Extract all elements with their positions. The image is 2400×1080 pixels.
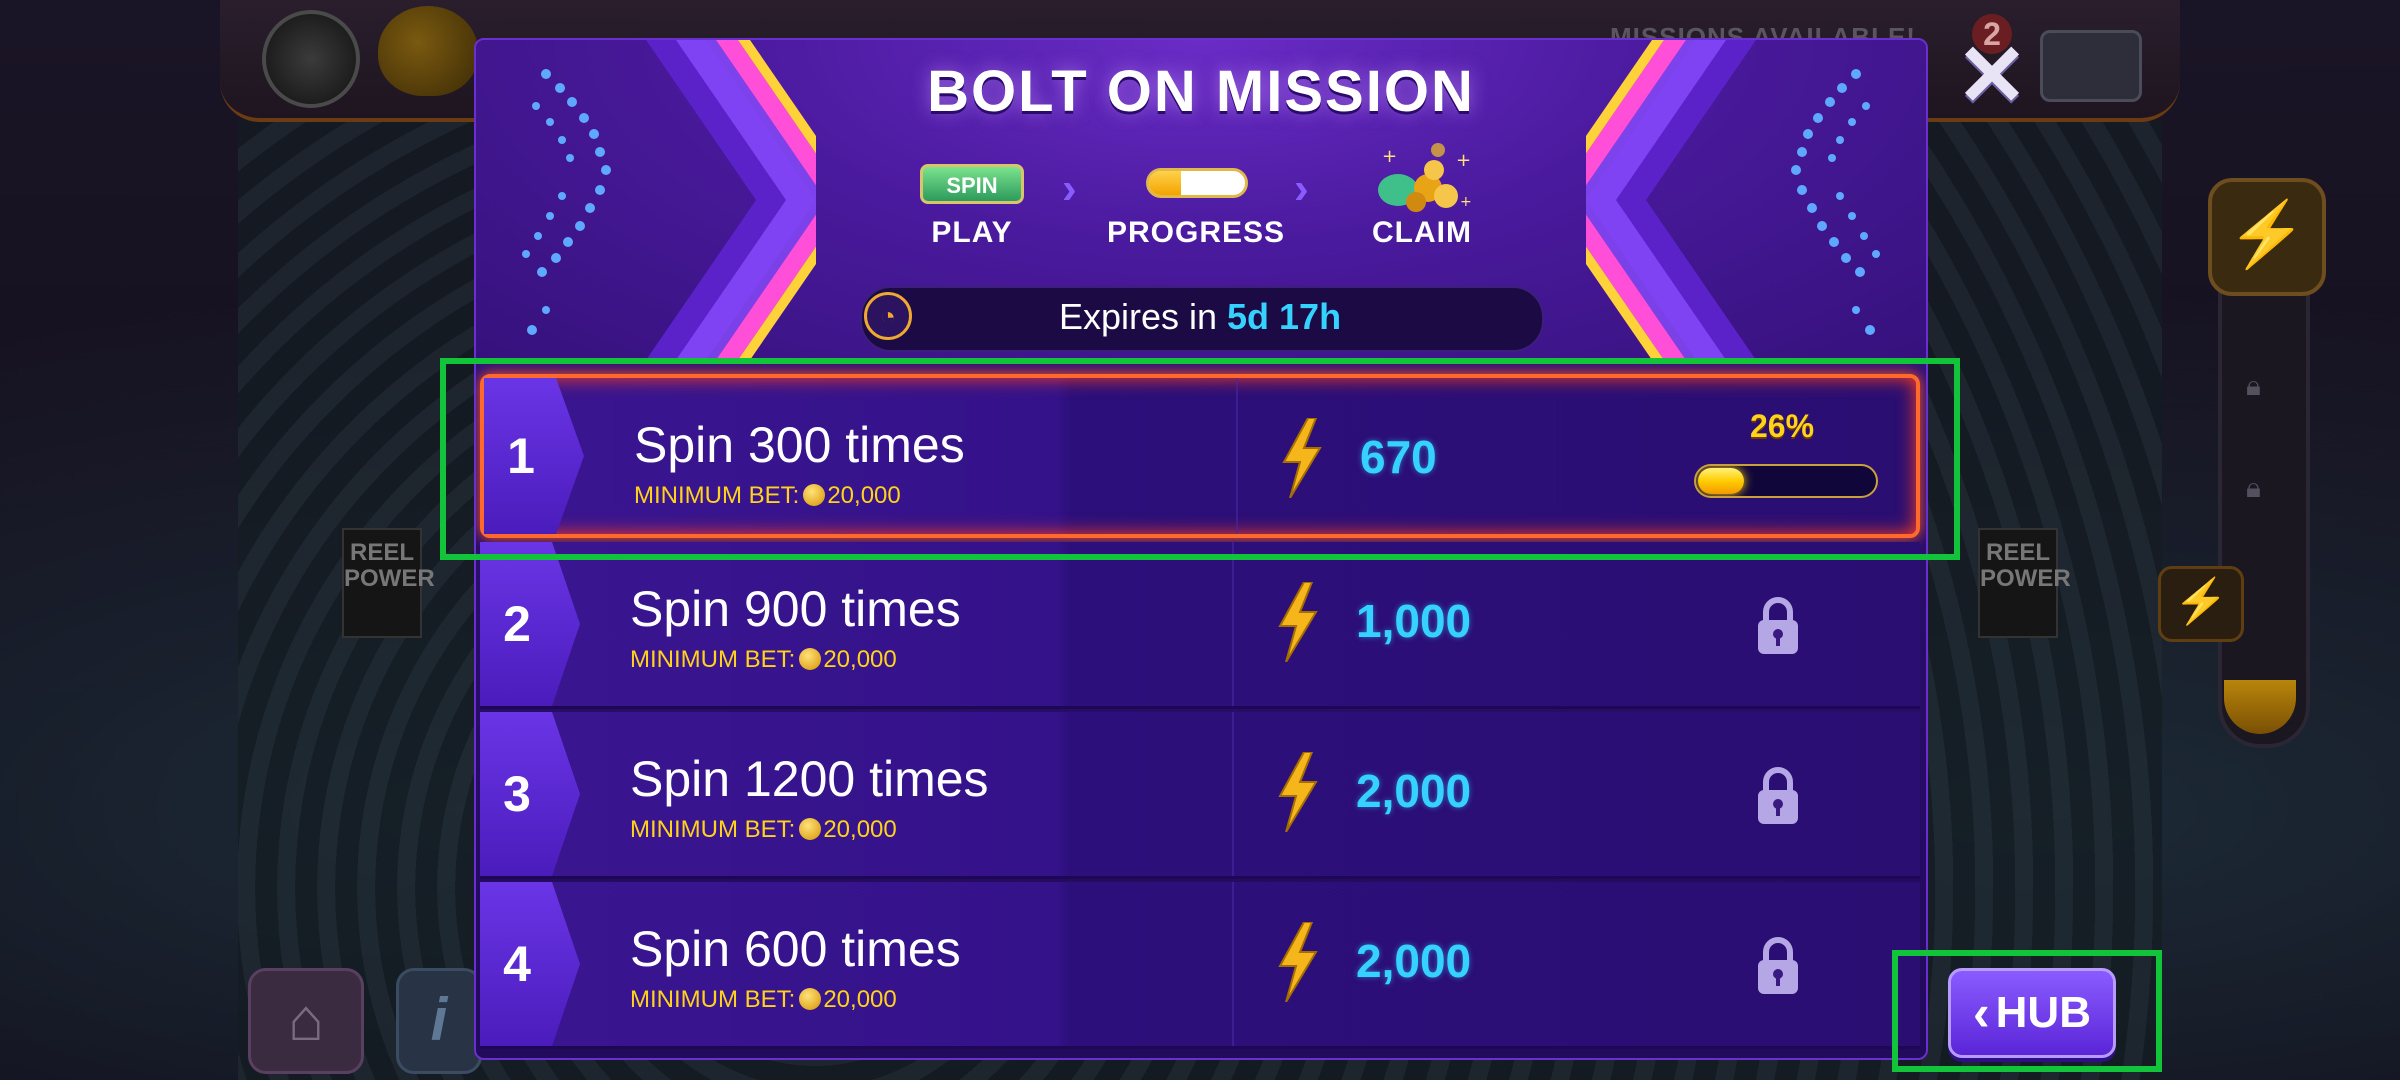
- reel-power-label-left: REEL POWER: [342, 528, 435, 638]
- min-bet-label: MINIMUM BET:: [630, 816, 796, 843]
- hub-button[interactable]: ‹ HUB: [1948, 968, 2116, 1058]
- step-label-progress: PROGRESS: [1106, 216, 1286, 249]
- step-label-play: PLAY: [931, 216, 1013, 249]
- spin-step-icon: SPIN: [920, 164, 1024, 204]
- min-bet-label: MINIMUM BET:: [634, 482, 800, 509]
- close-icon: ✕: [1955, 28, 2029, 124]
- mission-row-4[interactable]: 4 Spin 600 times MINIMUM BET: 20,000 2,00…: [480, 882, 1920, 1049]
- mission-number: 4: [503, 936, 531, 992]
- min-bet-value: 20,000: [823, 986, 897, 1013]
- dialog-header: BOLT ON MISSION SPIN PLAY › PROGRESS › +…: [476, 40, 1926, 360]
- lock-icon: [1758, 597, 1798, 654]
- lightning-bolt-icon: [1278, 582, 1318, 662]
- coin-icon: [799, 648, 822, 670]
- mission-number: 1: [507, 428, 535, 484]
- mission-progress-bar: [1694, 464, 1878, 498]
- lock-icon: [1758, 767, 1798, 824]
- avatar: [262, 10, 360, 108]
- mission-title: Spin 1200 times: [630, 751, 989, 807]
- mission-title: Spin 900 times: [630, 581, 961, 637]
- row-divider: [1232, 712, 1234, 876]
- chevron-left-icon: ‹: [1973, 985, 1990, 1041]
- coin-icon: [799, 988, 822, 1010]
- mission-title: Spin 300 times: [634, 417, 965, 473]
- lock-icon: [1758, 937, 1798, 994]
- dialog-title: BOLT ON MISSION: [927, 59, 1475, 124]
- row-divider: [1236, 378, 1238, 534]
- progress-step-fill: [1149, 171, 1181, 195]
- mail-icon: [2040, 30, 2142, 102]
- expires-value: 5d 17h: [1227, 296, 1342, 337]
- lock-icon: 🔒︎: [2246, 370, 2261, 401]
- bolt-icon: ⚡: [2158, 566, 2244, 642]
- lock-icon: 🔒︎: [2246, 472, 2261, 503]
- mission-min-bet: MINIMUM BET: 20,000: [630, 986, 897, 1014]
- bolt-on-mission-dialog: BOLT ON MISSION SPIN PLAY › PROGRESS › +…: [474, 38, 1928, 1060]
- row-divider: [1232, 882, 1234, 1046]
- coin-icon: [803, 484, 826, 506]
- mission-title: Spin 600 times: [630, 921, 961, 977]
- bolt-icon: ⚡: [2208, 178, 2326, 296]
- mission-reward: 2,000: [1356, 935, 1472, 987]
- expires-text: Expires in 5d 17h: [860, 296, 1540, 338]
- progress-step-icon: [1146, 168, 1248, 198]
- info-icon: i: [396, 968, 482, 1074]
- mission-row-1[interactable]: 1 Spin 300 times MINIMUM BET: 20,000 670 …: [480, 374, 1920, 538]
- min-bet-label: MINIMUM BET:: [630, 646, 796, 673]
- hub-label: HUB: [1995, 988, 2091, 1037]
- row-divider: [1232, 542, 1234, 706]
- reel-power-label-right: REEL POWER: [1978, 528, 2071, 638]
- mission-min-bet: MINIMUM BET: 20,000: [634, 482, 901, 510]
- svg-text:+: +: [1456, 150, 1471, 171]
- min-bet-label: MINIMUM BET:: [630, 986, 796, 1013]
- lightning-bolt-icon: [1278, 922, 1318, 1002]
- chevron-right-icon: ›: [1294, 164, 1309, 213]
- piggy-bank-icon: [378, 6, 478, 96]
- mission-progress-fill: [1698, 468, 1744, 494]
- mission-progress-percent: 26%: [1750, 408, 1815, 444]
- svg-text:+: +: [1460, 194, 1472, 210]
- min-bet-value: 20,000: [823, 816, 897, 843]
- svg-text:+: +: [1382, 146, 1397, 167]
- mission-min-bet: MINIMUM BET: 20,000: [630, 816, 897, 844]
- expires-prefix: Expires in: [1058, 296, 1217, 337]
- min-bet-value: 20,000: [827, 482, 901, 509]
- lightning-bolt-icon: [1278, 752, 1318, 832]
- mission-row-3[interactable]: 3 Spin 1200 times MINIMUM BET: 20,000 2,0…: [480, 712, 1920, 879]
- mission-reward: 2,000: [1356, 765, 1472, 817]
- coins-reward-icon: + + +: [1378, 143, 1472, 212]
- home-icon: ⌂: [248, 968, 364, 1074]
- mission-reward: 670: [1360, 431, 1437, 483]
- lightning-bolt-icon: [1282, 418, 1322, 498]
- mission-number: 3: [503, 766, 531, 822]
- step-label-claim: CLAIM: [1372, 216, 1472, 249]
- min-bet-value: 20,000: [823, 646, 897, 673]
- mission-reward: 1,000: [1356, 595, 1472, 647]
- mission-number: 2: [503, 596, 531, 652]
- mission-min-bet: MINIMUM BET: 20,000: [630, 646, 897, 674]
- close-button[interactable]: ✕: [1952, 33, 2032, 119]
- mission-row-2[interactable]: 2 Spin 900 times MINIMUM BET: 20,000 1,00…: [480, 542, 1920, 709]
- chevron-right-icon: ›: [1062, 164, 1077, 213]
- coin-icon: [799, 818, 822, 840]
